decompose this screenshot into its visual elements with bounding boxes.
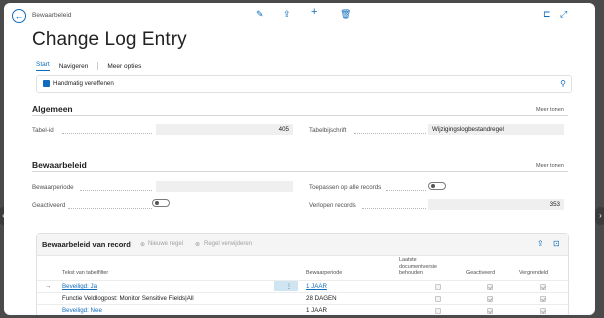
column-header-period[interactable]: Bewaarperiode (306, 270, 342, 277)
activated-checkbox[interactable] (487, 308, 493, 314)
table-row[interactable]: Functie Veldlogpost: Monitor Sensitive F… (37, 292, 570, 303)
filter-cell[interactable]: Functie Veldlogpost: Monitor Sensitive F… (62, 293, 194, 304)
dotted-leader (62, 133, 152, 134)
share-icon[interactable]: ⇪ (537, 239, 544, 248)
locked-checkbox[interactable] (540, 284, 546, 290)
new-line-icon: ⊕ (140, 242, 146, 248)
period-cell[interactable]: 1 JAAR (306, 281, 327, 292)
general-show-more-link[interactable]: Meer tonen (536, 107, 564, 113)
breadcrumb: Bewaarbeleid (32, 12, 72, 19)
table-row[interactable]: → Beveiligd: Ja ⋮ 1 JAAR (37, 280, 570, 291)
table-caption-field[interactable]: Wijzigingslogbestandregel (428, 124, 564, 135)
back-arrow-icon[interactable]: ← (12, 9, 26, 23)
policy-show-more-link[interactable]: Meer tonen (536, 163, 564, 169)
policy-section-title[interactable]: Bewaarbeleid (32, 160, 87, 170)
keep-last-checkbox[interactable] (435, 284, 441, 290)
page-title: Change Log Entry (32, 29, 187, 50)
record-policy-part: Bewaarbeleid van record ⊕ Nieuwe regel ⊗… (36, 233, 570, 315)
tab-navigeren[interactable]: Navigeren (59, 63, 89, 70)
expand-icon[interactable]: ⤢ (560, 8, 567, 20)
manual-apply-label: Handmatig vereffenen (53, 80, 114, 87)
policy-divider (32, 171, 568, 172)
page-card: ← Bewaarbeleid ✎ ⇪ + 🗑 ⊏ ⤢ Change Log En… (4, 3, 595, 315)
row-menu-icon[interactable]: ⋮ (286, 281, 292, 292)
dotted-leader (68, 208, 152, 209)
next-record-arrow[interactable]: › (595, 207, 604, 225)
expired-records-field[interactable]: 353 (428, 199, 564, 210)
manual-apply-button[interactable]: Handmatig vereffenen (43, 80, 114, 87)
record-policy-title[interactable]: Bewaarbeleid van record (42, 240, 131, 249)
open-in-page-icon[interactable]: ⊡ (553, 239, 560, 248)
delete-trash-icon[interactable]: 🗑 (340, 8, 351, 20)
delete-line-button[interactable]: Regel verwijderen (204, 241, 252, 247)
column-header-keep-last[interactable]: Laatste documentversie behouden (399, 257, 449, 277)
table-id-label: Tabel-id (32, 127, 54, 134)
locked-checkbox[interactable] (540, 308, 546, 314)
delete-line-icon: ⊗ (195, 242, 201, 248)
tab-start[interactable]: Start (36, 61, 50, 71)
retention-period-field[interactable] (156, 181, 293, 192)
activated-checkbox[interactable] (487, 284, 493, 290)
table-id-field[interactable]: 405 (156, 124, 293, 135)
apply-entries-icon (43, 80, 50, 87)
general-section-title[interactable]: Algemeen (32, 104, 73, 114)
column-header-filter[interactable]: Tekst van tabelfilter (62, 270, 108, 277)
tab-meer-opties[interactable]: Meer opties (107, 63, 141, 70)
new-plus-icon[interactable]: + (311, 6, 317, 18)
edit-pencil-icon[interactable]: ✎ (256, 8, 264, 20)
tab-divider (97, 62, 99, 70)
new-line-button[interactable]: Nieuwe regel (148, 241, 183, 247)
action-bar: Handmatig vereffenen ⚲ (36, 75, 572, 93)
action-tabs: Start Navigeren Meer opties (36, 61, 141, 71)
expired-records-label: Verlopen records (309, 202, 356, 209)
period-cell[interactable]: 1 JAAR (306, 305, 327, 315)
retention-period-label: Bewaarperiode (32, 184, 74, 191)
activated-toggle[interactable] (152, 199, 170, 207)
apply-all-records-label: Toepassen op alle records (309, 184, 382, 191)
share-icon[interactable]: ⇪ (283, 8, 291, 20)
filter-cell[interactable]: Beveiligd: Nee (62, 305, 102, 315)
column-header-locked[interactable]: Vergrendeld (519, 270, 548, 277)
dotted-leader (80, 190, 152, 191)
keep-last-checkbox[interactable] (435, 308, 441, 314)
locked-checkbox[interactable] (540, 296, 546, 302)
table-caption-label: Tabelbijschrift (309, 127, 347, 134)
period-cell[interactable]: 28 DAGEN (306, 293, 337, 304)
dotted-leader (386, 190, 426, 191)
column-header-activated[interactable]: Geactiveerd (466, 270, 495, 277)
bookmark-icon[interactable]: ⊏ (543, 8, 551, 20)
record-policy-header: Bewaarbeleid van record ⊕ Nieuwe regel ⊗… (37, 234, 568, 256)
apply-all-records-toggle[interactable] (428, 182, 446, 190)
activated-label: Geactiveerd (32, 202, 66, 209)
current-row-arrow-icon: → (45, 283, 52, 290)
dotted-leader (362, 208, 426, 209)
filter-cell[interactable]: Beveiligd: Ja (62, 281, 97, 292)
activated-checkbox[interactable] (487, 296, 493, 302)
general-divider (32, 115, 568, 116)
keep-last-checkbox[interactable] (435, 296, 441, 302)
table-row[interactable]: Beveiligd: Nee 1 JAAR (37, 304, 570, 315)
pin-icon[interactable]: ⚲ (560, 79, 566, 88)
dotted-leader (354, 133, 426, 134)
